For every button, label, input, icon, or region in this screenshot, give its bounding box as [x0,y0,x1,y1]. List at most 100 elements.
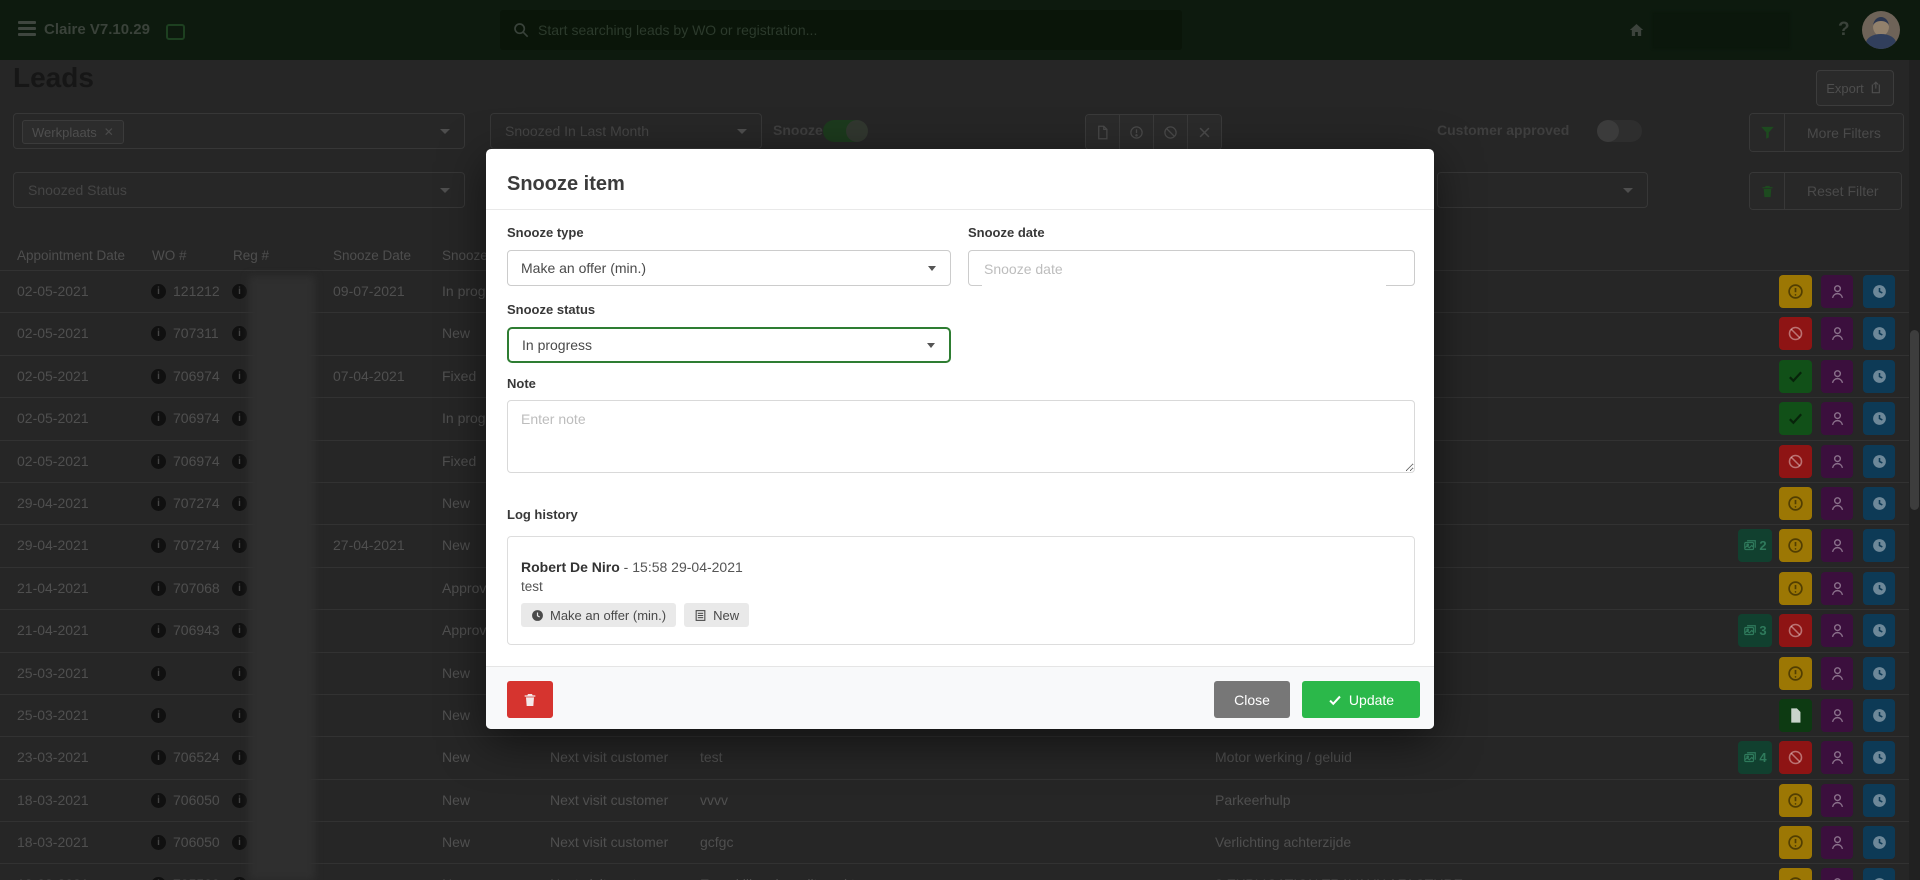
lead-status-action-button[interactable] [1779,317,1812,350]
reg-info-icon[interactable]: i [232,623,247,638]
snooze-type-select[interactable]: Make an offer (min.) [507,250,951,286]
snooze-date-input[interactable] [982,251,1386,287]
snooze-clock-button[interactable] [1863,445,1895,478]
wo-info-icon[interactable]: i [151,454,166,469]
close-button[interactable]: Close [1214,681,1290,718]
customer-button[interactable] [1821,741,1853,774]
reg-info-icon[interactable]: i [232,454,247,469]
customer-button[interactable] [1821,402,1853,435]
lead-status-action-button[interactable] [1779,784,1812,817]
filter-tag-werkplaats[interactable]: Werkplaats ✕ [22,120,124,144]
update-button[interactable]: Update [1302,681,1420,718]
lead-status-action-button[interactable] [1779,402,1812,435]
customer-button[interactable] [1821,317,1853,350]
reg-info-icon[interactable]: i [232,326,247,341]
search-input[interactable]: Start searching leads by WO or registrat… [500,10,1182,50]
snooze-clock-button[interactable] [1863,868,1895,880]
reg-info-icon[interactable]: i [232,835,247,850]
customer-approved-toggle[interactable] [1598,120,1642,142]
lead-status-action-button[interactable] [1779,572,1812,605]
wo-info-icon[interactable]: i [151,411,166,426]
warning-filter-button[interactable] [1120,115,1154,149]
reg-info-icon[interactable]: i [232,750,247,765]
wo-info-icon[interactable]: i [151,326,166,341]
more-filters-button[interactable]: More Filters [1749,113,1904,152]
user-avatar[interactable] [1862,11,1900,49]
snooze-clock-button[interactable] [1863,317,1895,350]
customer-button[interactable] [1821,529,1853,562]
photos-count-button[interactable]: 4 [1738,741,1772,774]
wo-info-icon[interactable]: i [151,284,166,299]
export-button[interactable]: Export [1816,70,1894,106]
wo-info-icon[interactable]: i [151,496,166,511]
snooze-clock-button[interactable] [1863,614,1895,647]
lead-status-action-button[interactable] [1779,360,1812,393]
reg-info-icon[interactable]: i [232,581,247,596]
customer-button[interactable] [1821,445,1853,478]
reset-filter-button[interactable]: Reset Filter [1749,172,1902,210]
customer-button[interactable] [1821,826,1853,859]
vertical-scrollbar[interactable] [1909,60,1920,880]
wo-info-icon[interactable]: i [151,708,166,723]
reg-info-icon[interactable]: i [232,538,247,553]
snooze-clock-button[interactable] [1863,275,1895,308]
lead-status-action-button[interactable] [1779,487,1812,520]
snooze-date-field[interactable] [968,250,1415,286]
lead-status-action-button[interactable] [1779,445,1812,478]
snooze-clock-button[interactable] [1863,529,1895,562]
snooze-status-select[interactable]: In progress [507,327,951,363]
lead-status-action-button[interactable] [1779,529,1812,562]
reg-info-icon[interactable]: i [232,666,247,681]
snoozed-status-select[interactable]: Snoozed Status [13,172,465,208]
scrollbar-thumb[interactable] [1910,330,1919,510]
wo-info-icon[interactable]: i [151,538,166,553]
customer-button[interactable] [1821,275,1853,308]
snooze-clock-button[interactable] [1863,741,1895,774]
snooze-clock-button[interactable] [1863,699,1895,732]
reg-info-icon[interactable]: i [232,496,247,511]
lead-status-action-button[interactable] [1779,614,1812,647]
remove-tag-icon[interactable]: ✕ [104,125,114,139]
customer-button[interactable] [1821,614,1853,647]
home-icon[interactable] [1628,22,1645,38]
reg-info-icon[interactable]: i [232,284,247,299]
photos-count-button[interactable]: 2 [1738,529,1772,562]
reg-info-icon[interactable]: i [232,793,247,808]
wo-info-icon[interactable]: i [151,793,166,808]
lead-status-action-button[interactable] [1779,868,1812,880]
customer-button[interactable] [1821,487,1853,520]
lead-status-action-button[interactable] [1779,699,1812,732]
customer-button[interactable] [1821,784,1853,817]
lead-status-action-button[interactable] [1779,657,1812,690]
customer-button[interactable] [1821,572,1853,605]
snooze-clock-button[interactable] [1863,572,1895,605]
reg-info-icon[interactable]: i [232,369,247,384]
wo-info-icon[interactable]: i [151,581,166,596]
photos-count-button[interactable]: 3 [1738,614,1772,647]
reg-info-icon[interactable]: i [232,708,247,723]
customer-button[interactable] [1821,657,1853,690]
snooze-clock-button[interactable] [1863,402,1895,435]
reg-info-icon[interactable]: i [232,411,247,426]
document-filter-button[interactable] [1086,115,1120,149]
snoozed-period-select[interactable]: Snoozed In Last Month [490,113,762,149]
ban-filter-button[interactable] [1154,115,1188,149]
snooze-clock-button[interactable] [1863,826,1895,859]
department-filter-select[interactable]: Werkplaats ✕ [13,113,465,149]
snooze-clock-button[interactable] [1863,360,1895,393]
secondary-filter-select[interactable] [1437,172,1648,208]
customer-button[interactable] [1821,868,1853,880]
wo-info-icon[interactable]: i [151,369,166,384]
snoozed-toggle[interactable] [823,120,867,142]
lead-status-action-button[interactable] [1779,826,1812,859]
wo-info-icon[interactable]: i [151,666,166,681]
lead-status-action-button[interactable] [1779,275,1812,308]
menu-icon[interactable] [18,21,36,37]
wo-info-icon[interactable]: i [151,623,166,638]
customer-button[interactable] [1821,699,1853,732]
lead-status-action-button[interactable] [1779,741,1812,774]
clear-filter-button[interactable] [1188,115,1221,149]
snooze-clock-button[interactable] [1863,784,1895,817]
wo-info-icon[interactable]: i [151,750,166,765]
customer-button[interactable] [1821,360,1853,393]
